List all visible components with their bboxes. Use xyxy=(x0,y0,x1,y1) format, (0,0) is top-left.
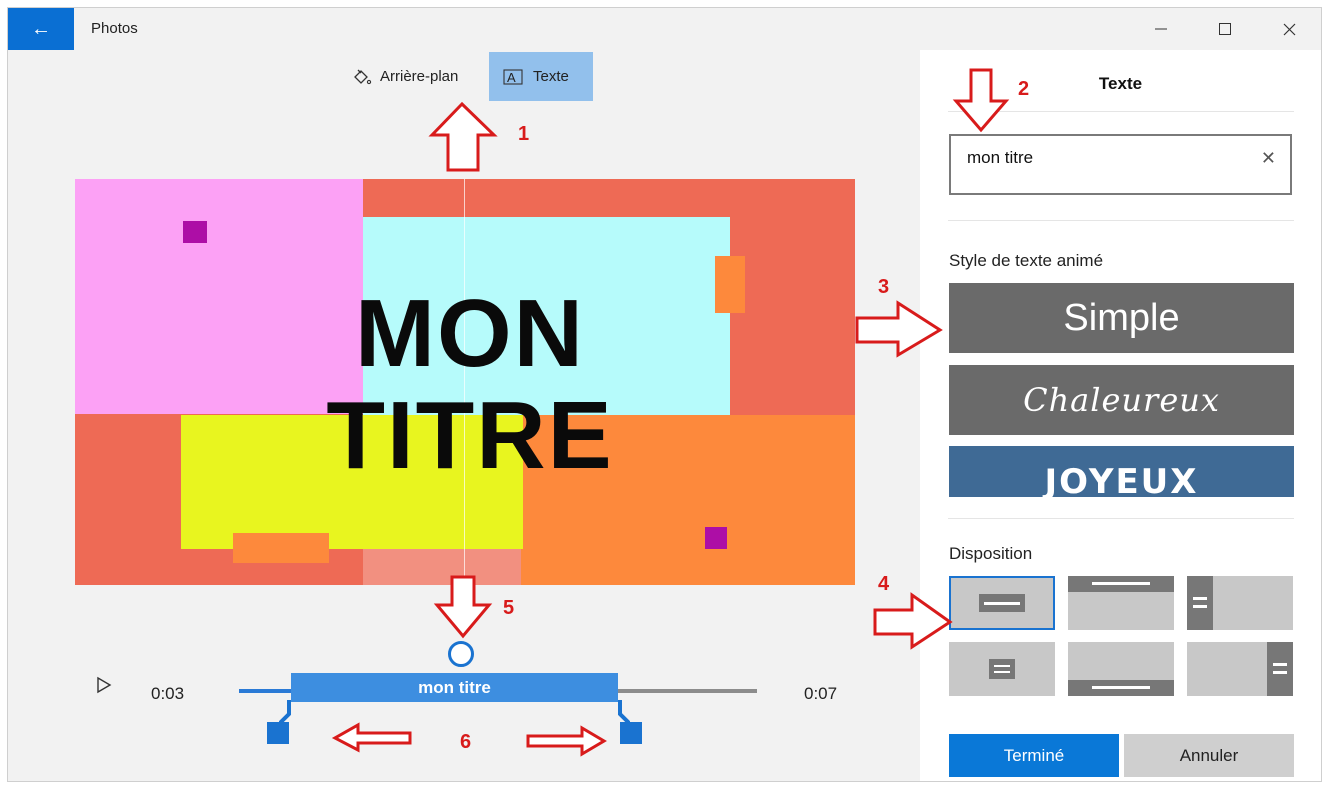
divider xyxy=(948,111,1294,112)
minimize-button[interactable] xyxy=(1129,8,1193,50)
style-joyeux[interactable]: JOYEUX xyxy=(949,446,1294,497)
layout-line xyxy=(994,665,1010,667)
playhead[interactable] xyxy=(448,641,474,667)
small-orange-block xyxy=(233,533,329,563)
close-button[interactable] xyxy=(1257,8,1321,50)
layout-line xyxy=(1092,686,1150,689)
layout-heading: Disposition xyxy=(949,544,1033,563)
text-panel: Texte mon titre ✕ Style de texte animé S… xyxy=(920,50,1321,781)
style-joyeux-label: JOYEUX xyxy=(1044,462,1199,497)
layout-left-band xyxy=(1187,576,1213,630)
style-simple-label: Simple xyxy=(1063,296,1180,339)
maximize-button[interactable] xyxy=(1193,8,1257,50)
style-chaleureux[interactable]: Chaleureux xyxy=(949,365,1294,435)
app-title: Photos xyxy=(91,20,138,37)
video-preview: MON TITRE xyxy=(75,179,855,585)
salmon-block xyxy=(363,549,521,585)
layout-center[interactable] xyxy=(949,576,1055,630)
layout-line xyxy=(1273,671,1287,674)
title-text-input[interactable]: mon titre ✕ xyxy=(949,134,1292,195)
title-line-2: TITRE xyxy=(326,382,614,489)
back-button[interactable]: ← xyxy=(8,8,74,50)
orange-bar xyxy=(715,256,745,313)
background-label: Arrière-plan xyxy=(380,68,459,85)
title-bar: ← Photos xyxy=(8,8,1321,50)
divider xyxy=(948,518,1294,519)
style-simple[interactable]: Simple xyxy=(949,283,1294,353)
annotation-number-1: 1 xyxy=(518,123,530,145)
layout-line xyxy=(994,671,1010,673)
clip-label: mon titre xyxy=(418,677,491,697)
text-tool-icon: A xyxy=(503,68,523,85)
play-button[interactable] xyxy=(96,676,118,698)
clip-start-handle[interactable] xyxy=(265,700,295,746)
back-arrow-icon: ← xyxy=(31,17,51,40)
text-button[interactable]: A Texte xyxy=(489,52,593,101)
annotation-number-5: 5 xyxy=(503,597,515,619)
style-heading: Style de texte animé xyxy=(949,251,1104,270)
layout-right[interactable] xyxy=(1187,642,1293,696)
text-label: Texte xyxy=(533,68,569,85)
title-text-value: mon titre xyxy=(967,148,1034,167)
timeline-progress xyxy=(239,689,299,693)
current-time: 0:03 xyxy=(151,684,185,703)
layout-line xyxy=(1193,597,1207,600)
annotation-number-2: 2 xyxy=(1018,78,1030,100)
clear-icon[interactable]: ✕ xyxy=(1261,148,1276,169)
background-button[interactable]: Arrière-plan xyxy=(338,52,478,101)
layout-line xyxy=(1193,605,1207,608)
layout-line xyxy=(1092,582,1150,585)
text-clip-bar[interactable]: mon titre xyxy=(291,673,618,702)
title-line-1: MON xyxy=(355,280,585,387)
layout-line xyxy=(1273,663,1287,666)
pink-block xyxy=(75,179,363,414)
layout-left[interactable] xyxy=(1187,576,1293,630)
done-label: Terminé xyxy=(1003,745,1065,765)
cancel-button[interactable]: Annuler xyxy=(1124,734,1294,777)
annotation-number-6: 6 xyxy=(460,731,472,753)
layout-center-small[interactable] xyxy=(949,642,1055,696)
close-icon xyxy=(1283,23,1295,35)
clip-end-handle[interactable] xyxy=(614,700,644,746)
style-chaleureux-label: Chaleureux xyxy=(1023,381,1220,419)
paint-bucket-icon xyxy=(354,69,372,84)
purple-square xyxy=(183,221,207,243)
done-button[interactable]: Terminé xyxy=(949,734,1119,777)
minimize-icon xyxy=(1155,28,1167,30)
cancel-label: Annuler xyxy=(1179,745,1239,765)
annotation-number-4: 4 xyxy=(878,573,890,595)
svg-text:A: A xyxy=(507,70,516,85)
maximize-icon xyxy=(1219,23,1231,35)
photos-window: ← Photos Arrière-plan A Texte MON TITRE … xyxy=(7,7,1322,782)
annotation-number-3: 3 xyxy=(878,276,890,298)
layout-small-shape xyxy=(989,659,1015,679)
layout-right-band xyxy=(1267,642,1293,696)
panel-title: Texte xyxy=(1098,74,1143,93)
layout-line xyxy=(984,602,1020,605)
end-time: 0:07 xyxy=(804,684,838,703)
divider xyxy=(948,220,1294,221)
layout-top[interactable] xyxy=(1068,576,1174,630)
purple-square xyxy=(705,527,727,549)
play-icon xyxy=(97,676,112,694)
layout-bottom[interactable] xyxy=(1068,642,1174,696)
